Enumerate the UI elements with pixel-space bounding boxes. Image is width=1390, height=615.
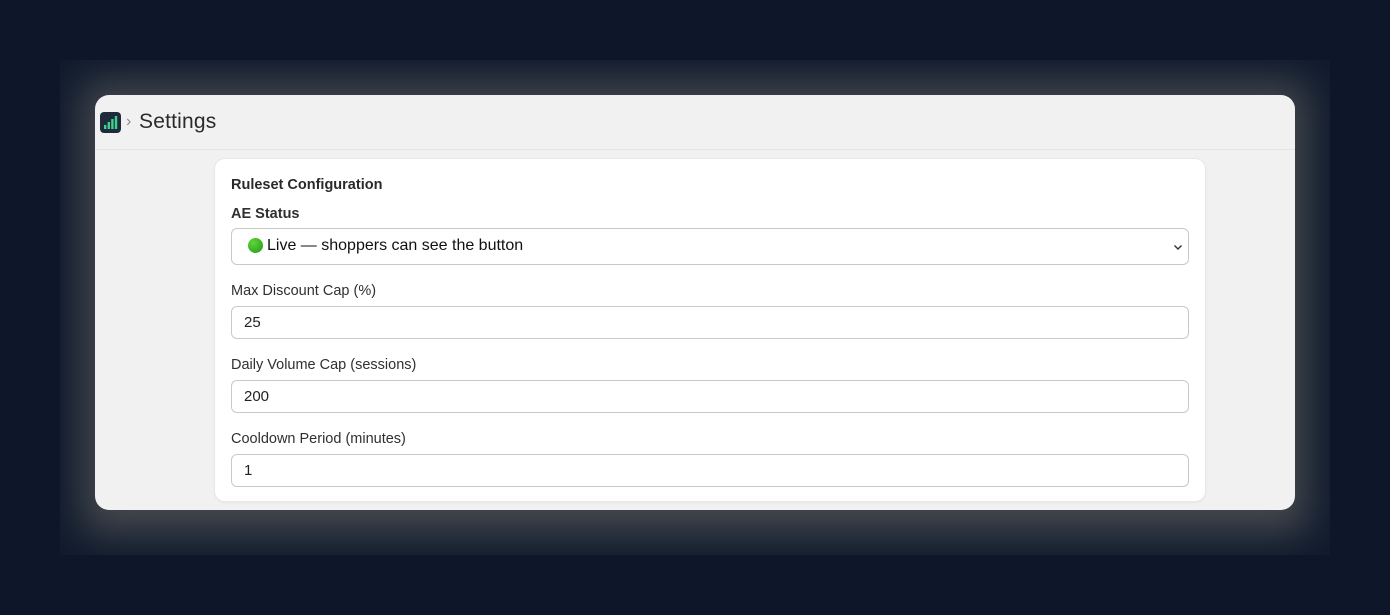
max-discount-value: 25 xyxy=(244,314,261,331)
ruleset-configuration-card: Ruleset Configuration AE Status Live — s… xyxy=(215,159,1205,501)
top-bar: › Settings xyxy=(95,95,1295,150)
ae-status-select[interactable]: Live — shoppers can see the button xyxy=(231,228,1189,265)
cooldown-input[interactable]: 1 xyxy=(231,454,1189,487)
settings-window: › Settings Ruleset Configuration AE Stat… xyxy=(95,95,1295,510)
breadcrumb-separator: › xyxy=(126,113,132,130)
ae-status-label: AE Status xyxy=(231,206,300,222)
page-title: Settings xyxy=(139,110,217,133)
card-title: Ruleset Configuration xyxy=(231,177,383,193)
daily-volume-label: Daily Volume Cap (sessions) xyxy=(231,357,417,373)
cooldown-value: 1 xyxy=(244,462,253,479)
status-live-icon xyxy=(248,238,263,253)
max-discount-label: Max Discount Cap (%) xyxy=(231,283,377,299)
daily-volume-value: 200 xyxy=(244,388,270,405)
daily-volume-input[interactable]: 200 xyxy=(231,380,1189,413)
cooldown-label: Cooldown Period (minutes) xyxy=(231,431,406,447)
chevron-down-icon xyxy=(1174,245,1182,250)
max-discount-input[interactable]: 25 xyxy=(231,306,1189,339)
ae-status-selected-value: Live — shoppers can see the button xyxy=(267,237,524,254)
signal-bars-icon[interactable] xyxy=(100,112,121,133)
